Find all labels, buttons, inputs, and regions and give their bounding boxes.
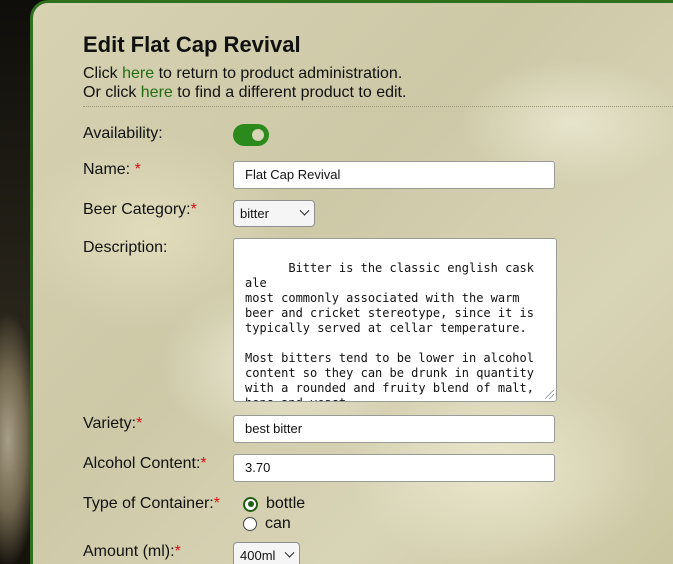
intro-line2-suffix: to find a different product to edit.	[172, 84, 407, 101]
radio-bottle-label: bottle	[266, 495, 306, 512]
availability-toggle[interactable]	[233, 124, 269, 146]
intro-text: Click here to return to product administ…	[83, 64, 673, 102]
availability-label: Availability:	[83, 125, 163, 142]
required-mark: *	[200, 455, 207, 472]
container-option-can[interactable]: can	[243, 514, 305, 534]
category-label-text: Beer Category:	[83, 201, 191, 218]
container-label-text: Type of Container:	[83, 495, 214, 512]
required-mark: *	[213, 495, 220, 512]
category-selected-value: bitter	[240, 206, 269, 221]
alcohol-input[interactable]: 3.70	[233, 454, 555, 482]
required-mark: *	[136, 415, 143, 432]
intro-line1-suffix: to return to product administration.	[154, 65, 403, 82]
toggle-knob	[252, 129, 264, 141]
radio-can-label: can	[265, 515, 291, 532]
category-select[interactable]: bitter	[233, 200, 315, 227]
container-label: Type of Container:*	[83, 495, 220, 513]
category-label: Beer Category:*	[83, 201, 197, 219]
name-label: Name: *	[83, 161, 141, 179]
required-mark: *	[134, 161, 141, 178]
variety-input[interactable]: best bitter	[233, 415, 555, 443]
alcohol-label-text: Alcohol Content:	[83, 455, 201, 472]
chevron-down-icon	[284, 547, 295, 558]
find-product-link[interactable]: here	[141, 84, 173, 101]
amount-selected-value: 400ml	[240, 548, 276, 563]
amount-select[interactable]: 400ml	[233, 542, 300, 564]
resize-handle-icon[interactable]	[545, 390, 554, 399]
header-divider	[83, 106, 673, 107]
amount-label-text: Amount (ml):	[83, 543, 175, 560]
required-mark: *	[190, 201, 197, 218]
radio-can[interactable]	[243, 517, 257, 531]
intro-line1-prefix: Click	[83, 65, 123, 82]
amount-label: Amount (ml):*	[83, 543, 181, 561]
description-textarea[interactable]: Bitter is the classic english cask ale m…	[233, 238, 557, 402]
alcohol-label: Alcohol Content:*	[83, 455, 207, 473]
page-title: Edit Flat Cap Revival	[83, 32, 301, 57]
required-mark: *	[174, 543, 181, 560]
description-label: Description:	[83, 239, 168, 256]
intro-line2-prefix: Or click	[83, 84, 141, 101]
page-header: Edit Flat Cap Revival Click here to retu…	[83, 30, 673, 102]
radio-bottle[interactable]	[243, 496, 258, 512]
admin-return-link[interactable]: here	[122, 65, 154, 82]
chevron-down-icon	[299, 205, 310, 216]
variety-label: Variety:*	[83, 415, 142, 433]
name-label-text: Name:	[83, 161, 135, 178]
description-text: Bitter is the classic english cask ale m…	[245, 261, 534, 401]
container-option-bottle[interactable]: bottle	[243, 494, 305, 514]
name-input[interactable]: Flat Cap Revival	[233, 161, 555, 189]
variety-label-text: Variety:	[83, 415, 137, 432]
